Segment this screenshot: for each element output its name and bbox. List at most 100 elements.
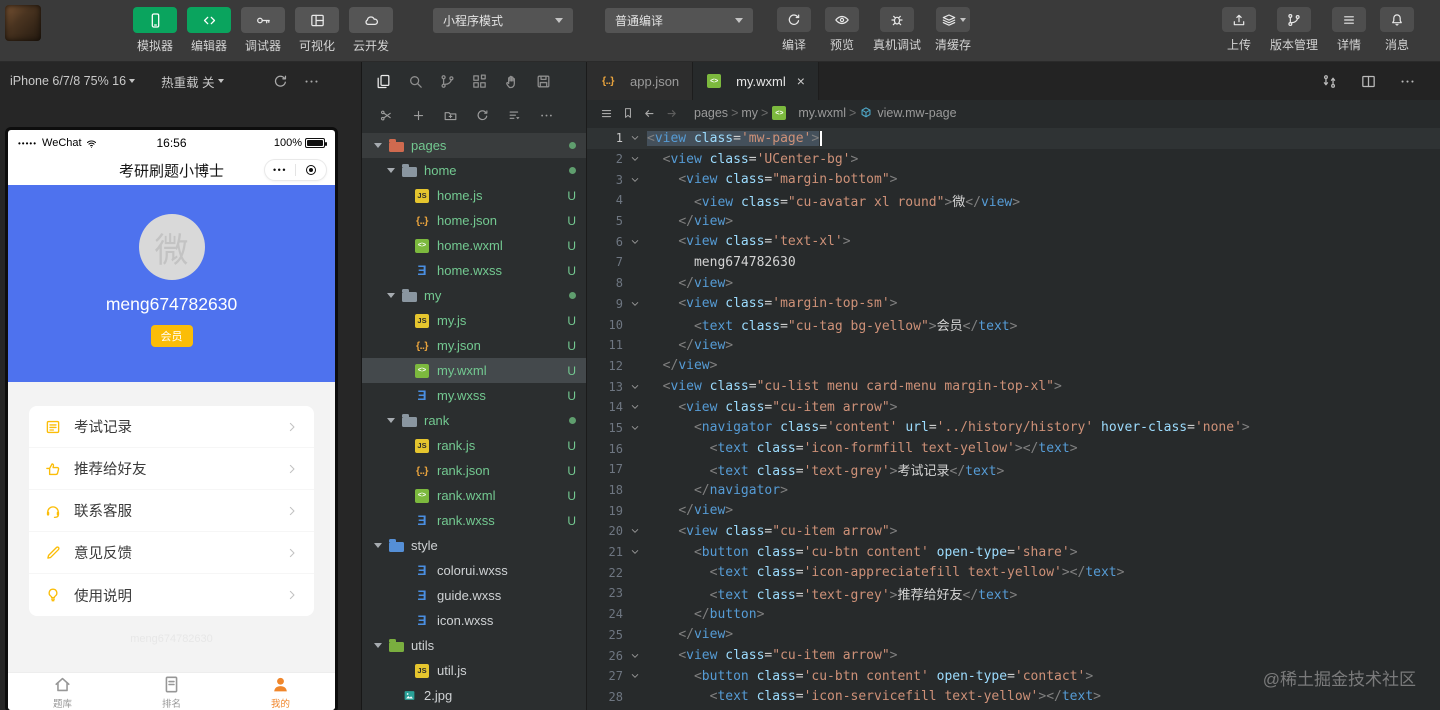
tree-file-my.json[interactable]: {..} my.json U bbox=[362, 333, 586, 358]
search-icon[interactable] bbox=[407, 73, 424, 90]
expand-arrow-icon[interactable] bbox=[387, 293, 395, 298]
expand-arrow-icon[interactable] bbox=[374, 543, 382, 548]
version-manage-button-box[interactable] bbox=[1276, 7, 1311, 32]
code-line-9[interactable]: 9 <view class='margin-top-sm'> bbox=[587, 294, 1440, 315]
clear-cache-button-box[interactable] bbox=[936, 7, 971, 32]
fold-arrow-icon[interactable] bbox=[623, 650, 647, 662]
files-icon[interactable] bbox=[375, 73, 392, 90]
tree-file-colorui.wxss[interactable]: Ǝcolorui.wxss bbox=[362, 558, 586, 583]
debugger-button-box[interactable] bbox=[241, 7, 285, 33]
tree-file-my.js[interactable]: JS my.js U bbox=[362, 308, 586, 333]
code-line-22[interactable]: 22 <text class='icon-appreciatefill text… bbox=[587, 562, 1440, 583]
git-icon[interactable] bbox=[439, 73, 456, 90]
details-button-box[interactable] bbox=[1332, 7, 1366, 32]
hot-reload-dropdown[interactable]: 热重载 关 bbox=[161, 72, 224, 91]
more-menu-icon[interactable]: ••• bbox=[265, 165, 295, 175]
tree-folder-pages[interactable]: pages bbox=[362, 133, 586, 158]
menu-item-考试记录[interactable]: 考试记录 bbox=[29, 406, 314, 448]
preview-button[interactable]: 预览 bbox=[825, 7, 859, 53]
breadcrumb-item-my.wxml[interactable]: <> my.wxml bbox=[771, 105, 846, 121]
tree-file-rank.js[interactable]: JS rank.js U bbox=[362, 433, 586, 458]
user-avatar[interactable] bbox=[5, 5, 41, 41]
visualize-button[interactable]: 可视化 bbox=[295, 7, 339, 54]
cloud-dev-button-box[interactable] bbox=[349, 7, 393, 33]
code-line-2[interactable]: 2 <view class='UCenter-bg'> bbox=[587, 149, 1440, 170]
code-line-8[interactable]: 8 </view> bbox=[587, 273, 1440, 294]
tree-file-icon.wxss[interactable]: Ǝicon.wxss bbox=[362, 608, 586, 633]
code-line-6[interactable]: 6 <view class='text-xl'> bbox=[587, 231, 1440, 252]
nav-back-icon[interactable] bbox=[642, 106, 657, 121]
fold-arrow-icon[interactable] bbox=[623, 236, 647, 248]
more-tree-icon[interactable] bbox=[539, 108, 554, 123]
menu-item-联系客服[interactable]: 联系客服 bbox=[29, 490, 314, 532]
more-editor-icon[interactable] bbox=[1399, 73, 1416, 90]
tree-file-guide.wxss[interactable]: Ǝguide.wxss bbox=[362, 583, 586, 608]
expand-arrow-icon[interactable] bbox=[387, 418, 395, 423]
compile-button-box[interactable] bbox=[777, 7, 811, 32]
preview-button-box[interactable] bbox=[825, 7, 859, 32]
tree-file-rank.json[interactable]: {..} rank.json U bbox=[362, 458, 586, 483]
visualize-button-box[interactable] bbox=[295, 7, 339, 33]
editor-button-box[interactable] bbox=[187, 7, 231, 33]
code-line-14[interactable]: 14 <view class="cu-item arrow"> bbox=[587, 397, 1440, 418]
code-area[interactable]: 1 <view class='mw-page'> 2 <view class='UC… bbox=[587, 126, 1440, 710]
code-line-11[interactable]: 11 </view> bbox=[587, 335, 1440, 356]
member-badge[interactable]: 会员 bbox=[150, 325, 193, 347]
breadcrumb-item-view.mw-page[interactable]: view.mw-page bbox=[859, 106, 957, 120]
new-folder-icon[interactable] bbox=[443, 108, 458, 123]
phone-tab-题库[interactable]: 题库 bbox=[8, 673, 117, 710]
fold-arrow-icon[interactable] bbox=[623, 153, 647, 165]
tree-folder-home[interactable]: home bbox=[362, 158, 586, 183]
debugger-button[interactable]: 调试器 bbox=[241, 7, 285, 54]
fold-arrow-icon[interactable] bbox=[623, 132, 647, 144]
fold-arrow-icon[interactable] bbox=[623, 401, 647, 413]
tree-file-home.js[interactable]: JS home.js U bbox=[362, 183, 586, 208]
tree-file-util.js[interactable]: JS util.js bbox=[362, 658, 586, 683]
code-line-3[interactable]: 3 <view class="margin-bottom"> bbox=[587, 169, 1440, 190]
expand-arrow-icon[interactable] bbox=[374, 643, 382, 648]
fold-arrow-icon[interactable] bbox=[623, 174, 647, 186]
tree-folder-rank[interactable]: rank bbox=[362, 408, 586, 433]
device-debug-button-box[interactable] bbox=[880, 7, 914, 32]
gesture-icon[interactable] bbox=[503, 73, 520, 90]
tree-file-rank.wxml[interactable]: <> rank.wxml U bbox=[362, 483, 586, 508]
tree-file-2.jpg[interactable]: 2.jpg bbox=[362, 683, 586, 708]
expand-arrow-icon[interactable] bbox=[374, 143, 382, 148]
compile-button[interactable]: 编译 bbox=[777, 7, 811, 53]
code-line-20[interactable]: 20 <view class="cu-item arrow"> bbox=[587, 521, 1440, 542]
editor-tab-my.wxml[interactable]: <> my.wxml × bbox=[693, 62, 819, 100]
device-dropdown[interactable]: iPhone 6/7/8 75% 16 bbox=[10, 74, 136, 88]
tree-file-my.wxml[interactable]: <> my.wxml U bbox=[362, 358, 586, 383]
simulator-button[interactable]: 模拟器 bbox=[133, 7, 177, 54]
compile-mode-dropdown[interactable]: 普通编译 bbox=[605, 8, 753, 33]
close-circle-icon[interactable] bbox=[296, 165, 326, 175]
menu-item-使用说明[interactable]: 使用说明 bbox=[29, 574, 314, 616]
code-line-15[interactable]: 15 <navigator class='content' url='../hi… bbox=[587, 418, 1440, 439]
code-line-25[interactable]: 25 </view> bbox=[587, 625, 1440, 646]
code-line-24[interactable]: 24 </button> bbox=[587, 604, 1440, 625]
upload-button[interactable]: 上传 bbox=[1221, 7, 1256, 53]
editor-tab-app.json[interactable]: {..} app.json bbox=[587, 62, 694, 100]
refresh-simulator-icon[interactable] bbox=[272, 73, 289, 90]
new-file-icon[interactable] bbox=[411, 108, 426, 123]
nav-forward-icon[interactable] bbox=[664, 106, 679, 121]
mode-dropdown[interactable]: 小程序模式 bbox=[433, 8, 573, 33]
menu-item-推荐给好友[interactable]: 推荐给好友 bbox=[29, 448, 314, 490]
fold-arrow-icon[interactable] bbox=[623, 298, 647, 310]
clear-cache-button[interactable]: 清缓存 bbox=[935, 7, 971, 53]
upload-button-box[interactable] bbox=[1221, 7, 1256, 32]
details-button[interactable]: 详情 bbox=[1332, 7, 1366, 53]
close-tab-icon[interactable]: × bbox=[797, 73, 805, 89]
extensions-icon[interactable] bbox=[471, 73, 488, 90]
code-line-7[interactable]: 7 meng674782630 bbox=[587, 252, 1440, 273]
tree-folder-my[interactable]: my bbox=[362, 283, 586, 308]
save-icon[interactable] bbox=[535, 73, 552, 90]
cloud-dev-button[interactable]: 云开发 bbox=[349, 7, 393, 54]
fold-arrow-icon[interactable] bbox=[623, 546, 647, 558]
tree-file-home.json[interactable]: {..} home.json U bbox=[362, 208, 586, 233]
code-line-12[interactable]: 12 </view> bbox=[587, 356, 1440, 377]
code-line-5[interactable]: 5 </view> bbox=[587, 211, 1440, 232]
version-manage-button[interactable]: 版本管理 bbox=[1270, 7, 1318, 53]
tree-file-home.wxml[interactable]: <> home.wxml U bbox=[362, 233, 586, 258]
breadcrumb-item-pages[interactable]: pages bbox=[694, 106, 728, 120]
